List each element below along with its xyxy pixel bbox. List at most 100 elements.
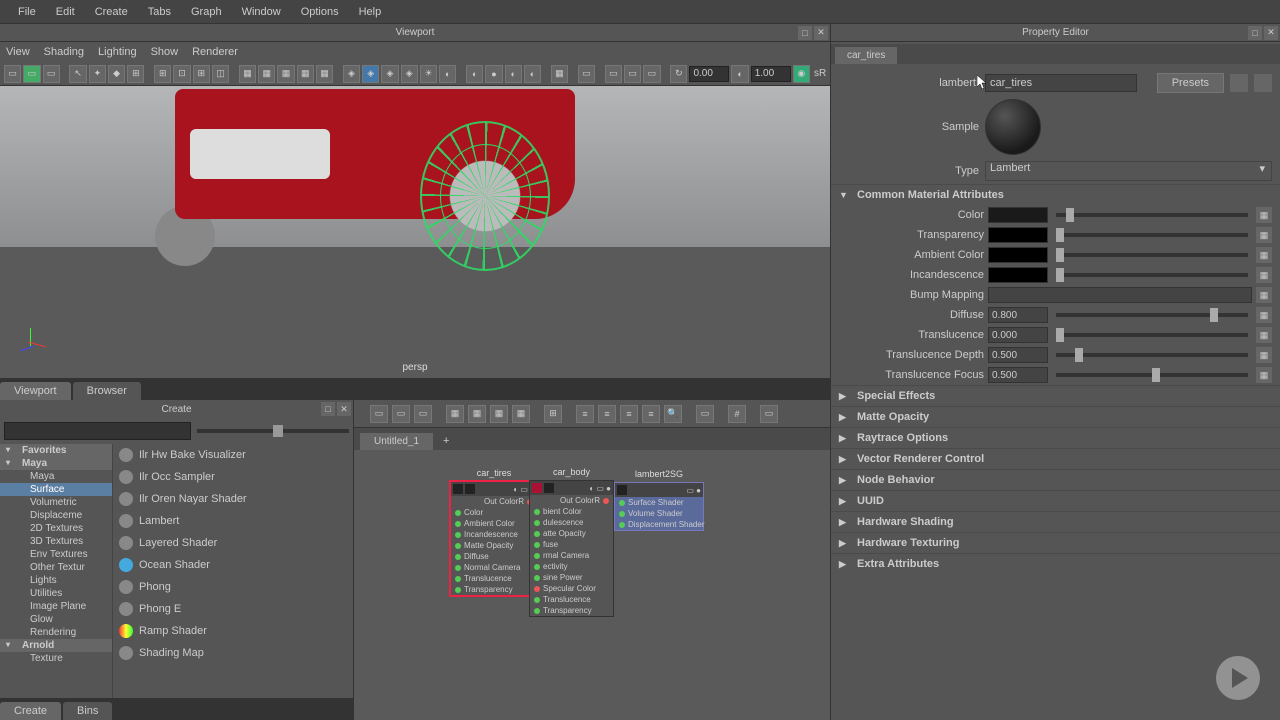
ne-tool-icon[interactable]: ≡ <box>576 405 594 423</box>
presets-button[interactable]: Presets <box>1157 73 1224 93</box>
tool-icon[interactable]: ✦ <box>89 65 106 83</box>
map-button-icon[interactable]: ▦ <box>1256 247 1272 263</box>
list-item[interactable]: Ilr Occ Sampler <box>113 466 353 488</box>
list-item[interactable]: Ilr Hw Bake Visualizer <box>113 444 353 466</box>
tool-icon[interactable]: ▭ <box>605 65 622 83</box>
tree-maya[interactable]: Maya <box>0 457 112 470</box>
gamma-input[interactable] <box>751 66 791 82</box>
section-common[interactable]: ▼Common Material Attributes <box>831 184 1280 205</box>
ne-tab-add[interactable]: + <box>435 432 457 450</box>
tree-item[interactable]: Displaceme <box>0 509 112 522</box>
menu-help[interactable]: Help <box>349 6 392 18</box>
tool-icon[interactable]: ▦ <box>239 65 256 83</box>
create-size-slider[interactable] <box>197 429 349 433</box>
ambient-slider[interactable] <box>1056 253 1248 257</box>
prop-tab-car-tires[interactable]: car_tires <box>835 47 897 64</box>
section-hw-shading[interactable]: ▶Hardware Shading <box>831 511 1280 532</box>
tool-icon[interactable]: ▦ <box>297 65 314 83</box>
show-hide-icon[interactable] <box>1230 74 1248 92</box>
node-canvas[interactable]: car_tires ◐ ▭ ● Out ColorR Color Ambient… <box>354 450 830 720</box>
menu-graph[interactable]: Graph <box>181 6 232 18</box>
list-item[interactable]: Ocean Shader <box>113 554 353 576</box>
list-item[interactable]: Layered Shader <box>113 532 353 554</box>
map-button-icon[interactable]: ▦ <box>1256 347 1272 363</box>
color-swatch[interactable] <box>988 207 1048 223</box>
viewport-minimize-icon[interactable]: □ <box>798 26 812 40</box>
tool-icon[interactable]: ▭ <box>643 65 660 83</box>
tool-icon[interactable]: ▦ <box>277 65 294 83</box>
ne-tool-icon[interactable]: ▭ <box>392 405 410 423</box>
section-vector[interactable]: ▶Vector Renderer Control <box>831 448 1280 469</box>
tool-icon[interactable]: ▦ <box>316 65 333 83</box>
node-car-body[interactable]: car_body ◐ ▭ ● Out ColorR bient Color du… <box>529 480 614 617</box>
viewport-3d[interactable]: persp <box>0 86 830 378</box>
node-car-tires[interactable]: car_tires ◐ ▭ ● Out ColorR Color Ambient… <box>449 480 539 597</box>
ne-tool-icon[interactable]: ▦ <box>512 405 530 423</box>
bump-field[interactable] <box>988 287 1252 303</box>
tool-icon[interactable]: ◐ <box>439 65 456 83</box>
tool-icon[interactable]: ↖ <box>69 65 86 83</box>
section-extra[interactable]: ▶Extra Attributes <box>831 553 1280 574</box>
diffuse-slider[interactable] <box>1056 313 1248 317</box>
exposure-input[interactable] <box>689 66 729 82</box>
tab-browser[interactable]: Browser <box>73 382 141 400</box>
prop-min-icon[interactable]: □ <box>1248 26 1262 40</box>
tab-create[interactable]: Create <box>0 702 61 720</box>
tree-item[interactable]: Volumetric <box>0 496 112 509</box>
ambient-swatch[interactable] <box>988 247 1048 263</box>
incandescence-swatch[interactable] <box>988 267 1048 283</box>
copy-tab-icon[interactable] <box>1254 74 1272 92</box>
grid-icon[interactable]: ⊞ <box>154 65 171 83</box>
tree-surface[interactable]: Surface <box>0 483 112 496</box>
tree-item[interactable]: Rendering <box>0 626 112 639</box>
tree-item[interactable]: Env Textures <box>0 548 112 561</box>
tool-icon[interactable]: ⊞ <box>193 65 210 83</box>
ne-tool-icon[interactable]: ▭ <box>696 405 714 423</box>
tool-icon[interactable]: ▦ <box>258 65 275 83</box>
light-icon[interactable]: ☀ <box>420 65 437 83</box>
ne-tool-icon[interactable]: ▦ <box>446 405 464 423</box>
create-close-icon[interactable]: ✕ <box>337 402 351 416</box>
vp-menu-show[interactable]: Show <box>151 46 179 58</box>
vp-menu-renderer[interactable]: Renderer <box>192 46 238 58</box>
list-item[interactable]: Phong <box>113 576 353 598</box>
section-hw-texturing[interactable]: ▶Hardware Texturing <box>831 532 1280 553</box>
menu-create[interactable]: Create <box>85 6 138 18</box>
tool-icon[interactable]: ⊞ <box>127 65 144 83</box>
list-item[interactable]: Phong E <box>113 598 353 620</box>
ne-tool-icon[interactable]: ▭ <box>414 405 432 423</box>
color-slider[interactable] <box>1056 213 1248 217</box>
tab-bins[interactable]: Bins <box>63 702 112 720</box>
incandescence-slider[interactable] <box>1056 273 1248 277</box>
map-button-icon[interactable]: ▦ <box>1256 307 1272 323</box>
list-item[interactable]: Lambert <box>113 510 353 532</box>
tool-icon[interactable]: ▦ <box>551 65 568 83</box>
create-search-input[interactable] <box>4 422 191 440</box>
tree-item[interactable]: Utilities <box>0 587 112 600</box>
tool-icon[interactable]: ◈ <box>401 65 418 83</box>
map-button-icon[interactable]: ▦ <box>1256 327 1272 343</box>
diffuse-input[interactable] <box>988 307 1048 323</box>
ne-tool-icon[interactable]: # <box>728 405 746 423</box>
menu-tabs[interactable]: Tabs <box>138 6 181 18</box>
node-lambert2sg[interactable]: lambert2SG ▭ ● Surface Shader Volume Sha… <box>614 482 704 531</box>
tool-icon[interactable]: ▭ <box>624 65 641 83</box>
ne-tool-icon[interactable]: ▦ <box>490 405 508 423</box>
tool-icon[interactable]: ⊡ <box>173 65 190 83</box>
trans-focus-input[interactable] <box>988 367 1048 383</box>
ne-tab[interactable]: Untitled_1 <box>360 433 433 450</box>
section-special-effects[interactable]: ▶Special Effects <box>831 385 1280 406</box>
tree-item[interactable]: Maya <box>0 470 112 483</box>
ne-search-icon[interactable]: 🔍 <box>664 405 682 423</box>
trans-depth-input[interactable] <box>988 347 1048 363</box>
tool-icon[interactable]: ◫ <box>212 65 229 83</box>
tool-icon[interactable]: ▭ <box>578 65 595 83</box>
tree-item[interactable]: Other Textur <box>0 561 112 574</box>
map-button-icon[interactable]: ▦ <box>1256 267 1272 283</box>
material-name-input[interactable] <box>985 74 1137 92</box>
refresh-icon[interactable]: ↻ <box>670 65 687 83</box>
ne-tool-icon[interactable]: ▦ <box>468 405 486 423</box>
map-button-icon[interactable]: ▦ <box>1256 227 1272 243</box>
map-button-icon[interactable]: ▦ <box>1256 287 1272 303</box>
tree-item[interactable]: Image Plane <box>0 600 112 613</box>
